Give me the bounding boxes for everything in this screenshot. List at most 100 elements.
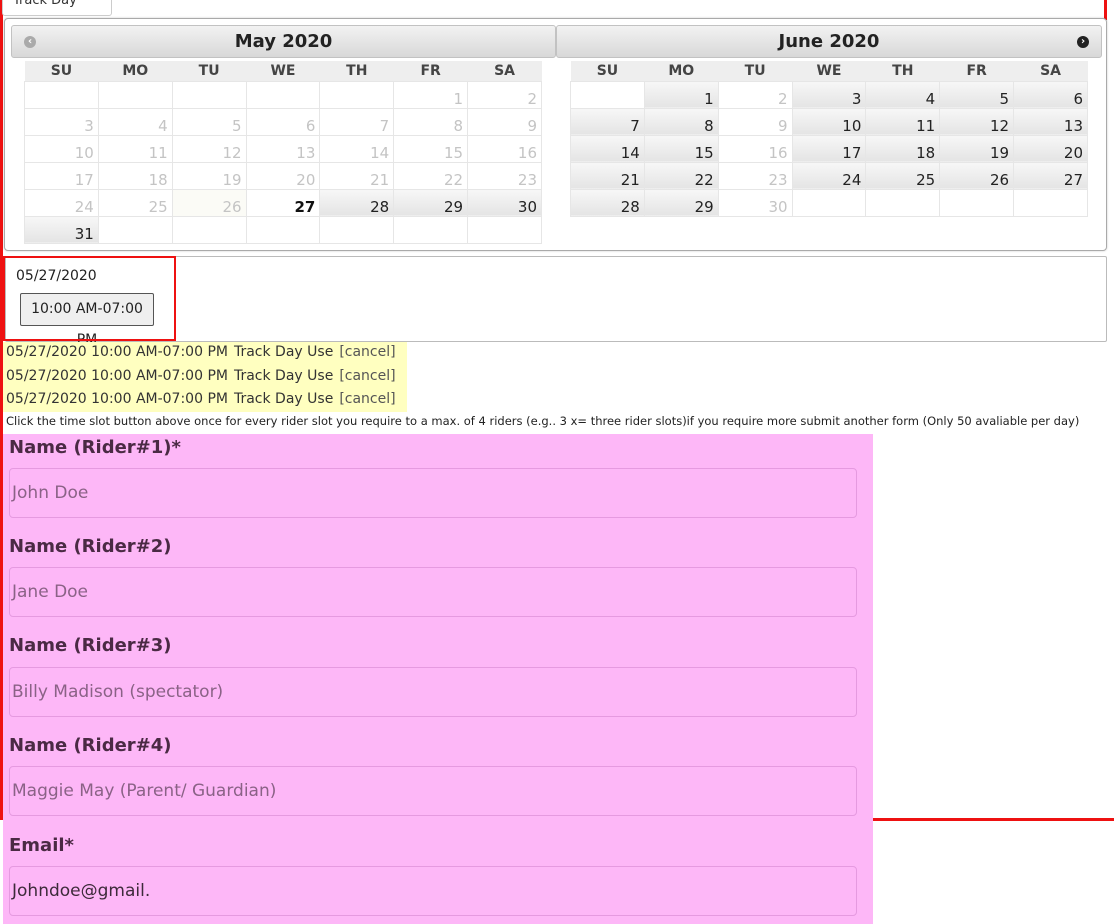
annotation-box <box>3 256 176 341</box>
empty-day-cell <box>171 215 247 244</box>
day-cell: 5 <box>171 107 247 136</box>
booked-item: 05/27/2020 10:00 AM-07:00 PM Track Day Us… <box>6 344 396 360</box>
rider-form: Name (Rider#1)* John Doe Name (Rider#2) … <box>3 434 873 924</box>
weekday-header: SA <box>1013 61 1088 81</box>
empty-day-cell <box>24 80 99 109</box>
datepicker: ‹ May 2020 June 2020 › SU MO TU WE TH FR SA 1 2 3… <box>4 18 1107 251</box>
rider1-label: Name (Rider#1)* <box>9 437 181 458</box>
booked-datetime: 05/27/2020 10:00 AM-07:00 PM <box>6 391 228 407</box>
email-label: Email* <box>9 835 74 856</box>
day-cell[interactable]: 30 <box>467 188 542 217</box>
rider1-input[interactable]: John Doe <box>9 468 857 518</box>
day-cell[interactable]: 11 <box>865 107 941 136</box>
rider4-input[interactable]: Maggie May (Parent/ Guardian) <box>9 766 857 816</box>
empty-day-cell <box>791 188 867 217</box>
rider2-label: Name (Rider#2) <box>9 536 172 557</box>
day-cell[interactable]: 29 <box>643 188 719 217</box>
day-cell: 30 <box>717 188 793 217</box>
day-cell[interactable]: 20 <box>1013 134 1088 163</box>
day-cell[interactable]: 8 <box>643 107 719 136</box>
day-cell[interactable]: 19 <box>939 134 1015 163</box>
empty-day-cell <box>319 215 395 244</box>
day-cell: 2 <box>717 80 793 109</box>
day-cell[interactable]: 12 <box>939 107 1015 136</box>
day-cell[interactable]: 27 <box>1013 161 1088 190</box>
weekday-header: TU <box>172 61 247 81</box>
day-cell[interactable]: 25 <box>865 161 941 190</box>
day-cell[interactable]: 3 <box>791 80 867 109</box>
day-cell[interactable]: 17 <box>791 134 867 163</box>
use-type-select[interactable]: Track Day Use ▾ <box>2 0 112 36</box>
month-header-may: ‹ May 2020 <box>11 25 556 58</box>
day-cell[interactable]: 31 <box>24 215 99 244</box>
empty-day-cell <box>570 80 645 109</box>
rider4-label: Name (Rider#4) <box>9 735 172 756</box>
weekday-header: MO <box>644 61 719 81</box>
day-cell[interactable]: 21 <box>570 161 645 190</box>
next-month-icon[interactable]: › <box>1077 36 1089 48</box>
weekday-header: FR <box>939 61 1014 81</box>
booked-datetime: 05/27/2020 10:00 AM-07:00 PM <box>6 368 228 384</box>
weekday-header: WE <box>246 61 320 81</box>
day-cell: 24 <box>24 188 99 217</box>
booked-item: 05/27/2020 10:00 AM-07:00 PM Track Day Us… <box>6 368 396 384</box>
empty-day-cell <box>245 215 321 244</box>
day-cell: 4 <box>97 107 173 136</box>
weekday-header: SU <box>24 61 99 81</box>
cancel-link[interactable]: [cancel] <box>339 391 395 407</box>
weekday-header: SU <box>570 61 645 81</box>
day-cell[interactable]: 28 <box>570 188 645 217</box>
day-cell[interactable]: 26 <box>939 161 1015 190</box>
rider3-label: Name (Rider#3) <box>9 635 172 656</box>
weekday-header: TH <box>319 61 394 81</box>
empty-day-cell <box>939 188 1015 217</box>
rider2-input[interactable]: Jane Doe <box>9 567 857 617</box>
day-cell[interactable]: 10 <box>791 107 867 136</box>
day-cell: 18 <box>97 161 173 190</box>
day-cell[interactable]: 24 <box>791 161 867 190</box>
instructions-text: Click the time slot button above once fo… <box>6 414 1080 428</box>
day-cell: 11 <box>97 134 173 163</box>
weekday-header: MO <box>98 61 173 81</box>
empty-day-cell <box>1013 188 1088 217</box>
day-cell[interactable]: 29 <box>393 188 469 217</box>
weekday-header: TU <box>718 61 793 81</box>
annotation-line-bottom <box>870 818 1114 821</box>
day-cell: 9 <box>717 107 793 136</box>
month-title: June 2020 <box>778 31 880 52</box>
day-cell[interactable]: 15 <box>643 134 719 163</box>
day-cell: 1 <box>393 80 469 109</box>
day-cell: 9 <box>467 107 542 136</box>
day-cell[interactable]: 6 <box>1013 80 1088 109</box>
booked-use: Track Day Use <box>233 368 334 384</box>
weekday-header: SA <box>467 61 542 81</box>
rider3-input[interactable]: Billy Madison (spectator) <box>9 667 857 717</box>
day-cell[interactable]: 4 <box>865 80 941 109</box>
cancel-link[interactable]: [cancel] <box>339 344 395 360</box>
day-cell[interactable]: 13 <box>1013 107 1088 136</box>
day-cell[interactable]: 5 <box>939 80 1015 109</box>
day-cell: 15 <box>393 134 469 163</box>
day-cell[interactable]: 28 <box>319 188 395 217</box>
empty-day-cell <box>97 80 173 109</box>
weekday-header: WE <box>792 61 866 81</box>
weekday-header: FR <box>393 61 468 81</box>
email-input[interactable]: Johndoe@gmail. <box>9 866 857 916</box>
booked-item: 05/27/2020 10:00 AM-07:00 PM Track Day Us… <box>6 391 396 407</box>
cancel-link[interactable]: [cancel] <box>339 368 395 384</box>
day-cell[interactable]: 27 <box>245 188 321 217</box>
booked-slots-list: 05/27/2020 10:00 AM-07:00 PM Track Day Us… <box>3 342 407 412</box>
day-cell: 26 <box>171 188 247 217</box>
empty-day-cell <box>865 188 941 217</box>
day-cell: 21 <box>319 161 395 190</box>
booked-use: Track Day Use <box>233 344 334 360</box>
day-cell: 7 <box>319 107 395 136</box>
day-cell[interactable]: 14 <box>570 134 645 163</box>
day-cell[interactable]: 18 <box>865 134 941 163</box>
day-cell[interactable]: 7 <box>570 107 645 136</box>
prev-month-icon[interactable]: ‹ <box>24 36 36 48</box>
day-cell: 10 <box>24 134 99 163</box>
day-cell: 25 <box>97 188 173 217</box>
day-cell[interactable]: 1 <box>643 80 719 109</box>
day-cell[interactable]: 22 <box>643 161 719 190</box>
